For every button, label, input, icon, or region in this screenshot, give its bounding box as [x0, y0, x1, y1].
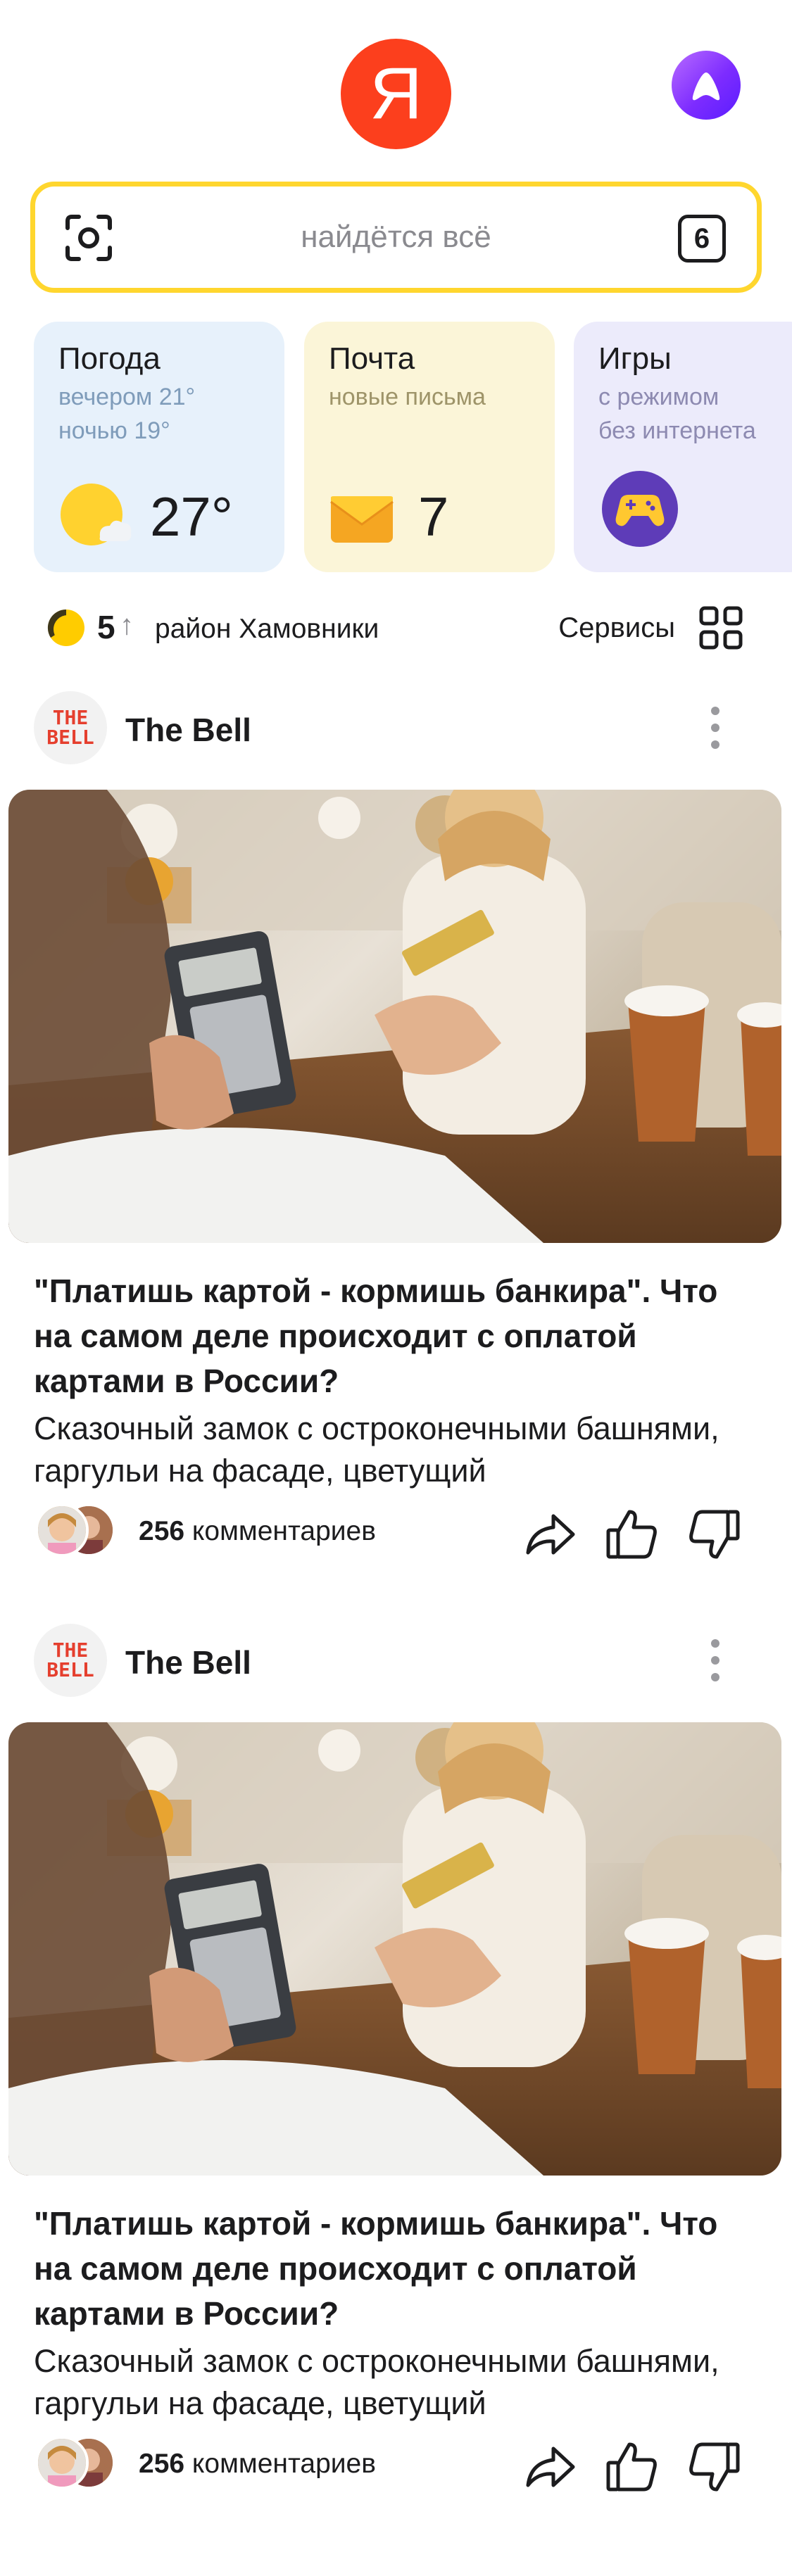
like-icon[interactable]	[604, 2439, 660, 2495]
weather-temperature: 27°	[150, 486, 233, 548]
weather-widget[interactable]: Погода вечером 21° ночью 19° 27°	[34, 322, 284, 572]
post-lead[interactable]: Сказочный замок с остроконечными башнями…	[34, 1408, 752, 1492]
header: Я	[0, 0, 792, 169]
weather-night: ночью 19°	[58, 417, 170, 444]
traffic-level[interactable]: 5	[97, 608, 115, 646]
post-headline[interactable]: "Платишь картой - кормишь банкира". Что …	[34, 1268, 752, 1403]
source-name[interactable]: The Bell	[125, 711, 251, 749]
comments-label: комментариев	[191, 1516, 376, 1546]
source-name[interactable]: The Bell	[125, 1643, 251, 1681]
source-logo[interactable]: THE BELL	[34, 691, 107, 764]
weather-forecast: вечером 21° ночью 19°	[58, 380, 195, 448]
comments-link[interactable]: 256 комментариев	[139, 2449, 376, 2480]
source-logo-text-top: THE	[52, 706, 89, 729]
post-lead[interactable]: Сказочный замок с остроконечными башнями…	[34, 2340, 752, 2425]
arrow-up-icon: ↑	[120, 610, 134, 640]
weather-evening: вечером 21°	[58, 384, 196, 410]
comments-link[interactable]: 256 комментариев	[139, 1516, 376, 1547]
source-logo-text-bottom: BELL	[46, 1658, 94, 1681]
post-image[interactable]	[8, 790, 781, 1243]
share-icon[interactable]	[522, 1506, 579, 1562]
games-subtitle: с режимом без интернета	[598, 380, 756, 448]
mail-title: Почта	[329, 341, 415, 376]
source-logo[interactable]: THE BELL	[34, 1624, 107, 1697]
feed-post[interactable]: THE BELL The Bell "Платишь картой - корм…	[0, 1624, 792, 2556]
post-headline[interactable]: "Платишь картой - кормишь банкира". Что …	[34, 2201, 752, 2336]
weather-title: Погода	[58, 341, 161, 376]
comments-label: комментариев	[191, 2449, 376, 2479]
envelope-icon	[330, 496, 394, 543]
traffic-icon[interactable]	[46, 608, 86, 648]
post-image[interactable]	[8, 1722, 781, 2176]
yandex-logo[interactable]: Я	[341, 39, 451, 149]
games-subtitle-line2: без интернета	[598, 417, 756, 444]
services-link[interactable]: Сервисы	[558, 612, 675, 644]
share-icon[interactable]	[522, 2439, 579, 2495]
search-input[interactable]: найдётся всё	[35, 220, 757, 255]
services-grid-icon[interactable]	[697, 604, 745, 652]
comments-count: 256	[139, 2449, 185, 2479]
games-title: Игры	[598, 341, 672, 376]
games-widget[interactable]: Игры с режимом без интернета	[574, 322, 792, 572]
like-icon[interactable]	[604, 1506, 660, 1562]
more-options-icon[interactable]	[710, 1638, 721, 1683]
alice-icon[interactable]	[672, 51, 741, 120]
dislike-icon[interactable]	[686, 1506, 742, 1562]
commenter-avatars	[35, 1503, 127, 1560]
more-options-icon[interactable]	[710, 705, 721, 750]
search-bar[interactable]: найдётся всё 6	[30, 182, 762, 293]
avatar	[35, 1503, 89, 1557]
tabs-count-badge[interactable]: 6	[678, 215, 726, 263]
sun-cloud-icon	[61, 484, 132, 545]
gamepad-icon	[602, 471, 678, 547]
mail-widget[interactable]: Почта новые письма 7	[304, 322, 555, 572]
comments-count: 256	[139, 1516, 185, 1546]
info-bar: 5 ↑ район Хамовники Сервисы	[0, 598, 792, 655]
dislike-icon[interactable]	[686, 2439, 742, 2495]
avatar	[35, 2436, 89, 2489]
mail-unread-count: 7	[418, 486, 449, 548]
source-logo-text-top: THE	[52, 1639, 89, 1662]
source-logo-text-bottom: BELL	[46, 726, 94, 749]
feed-post[interactable]: THE BELL The Bell "Платишь картой - корм…	[0, 691, 792, 1624]
mail-subtitle: новые письма	[329, 384, 486, 410]
district-label[interactable]: район Хамовники	[155, 614, 379, 645]
games-subtitle-line1: с режимом	[598, 384, 719, 410]
commenter-avatars	[35, 2436, 127, 2492]
